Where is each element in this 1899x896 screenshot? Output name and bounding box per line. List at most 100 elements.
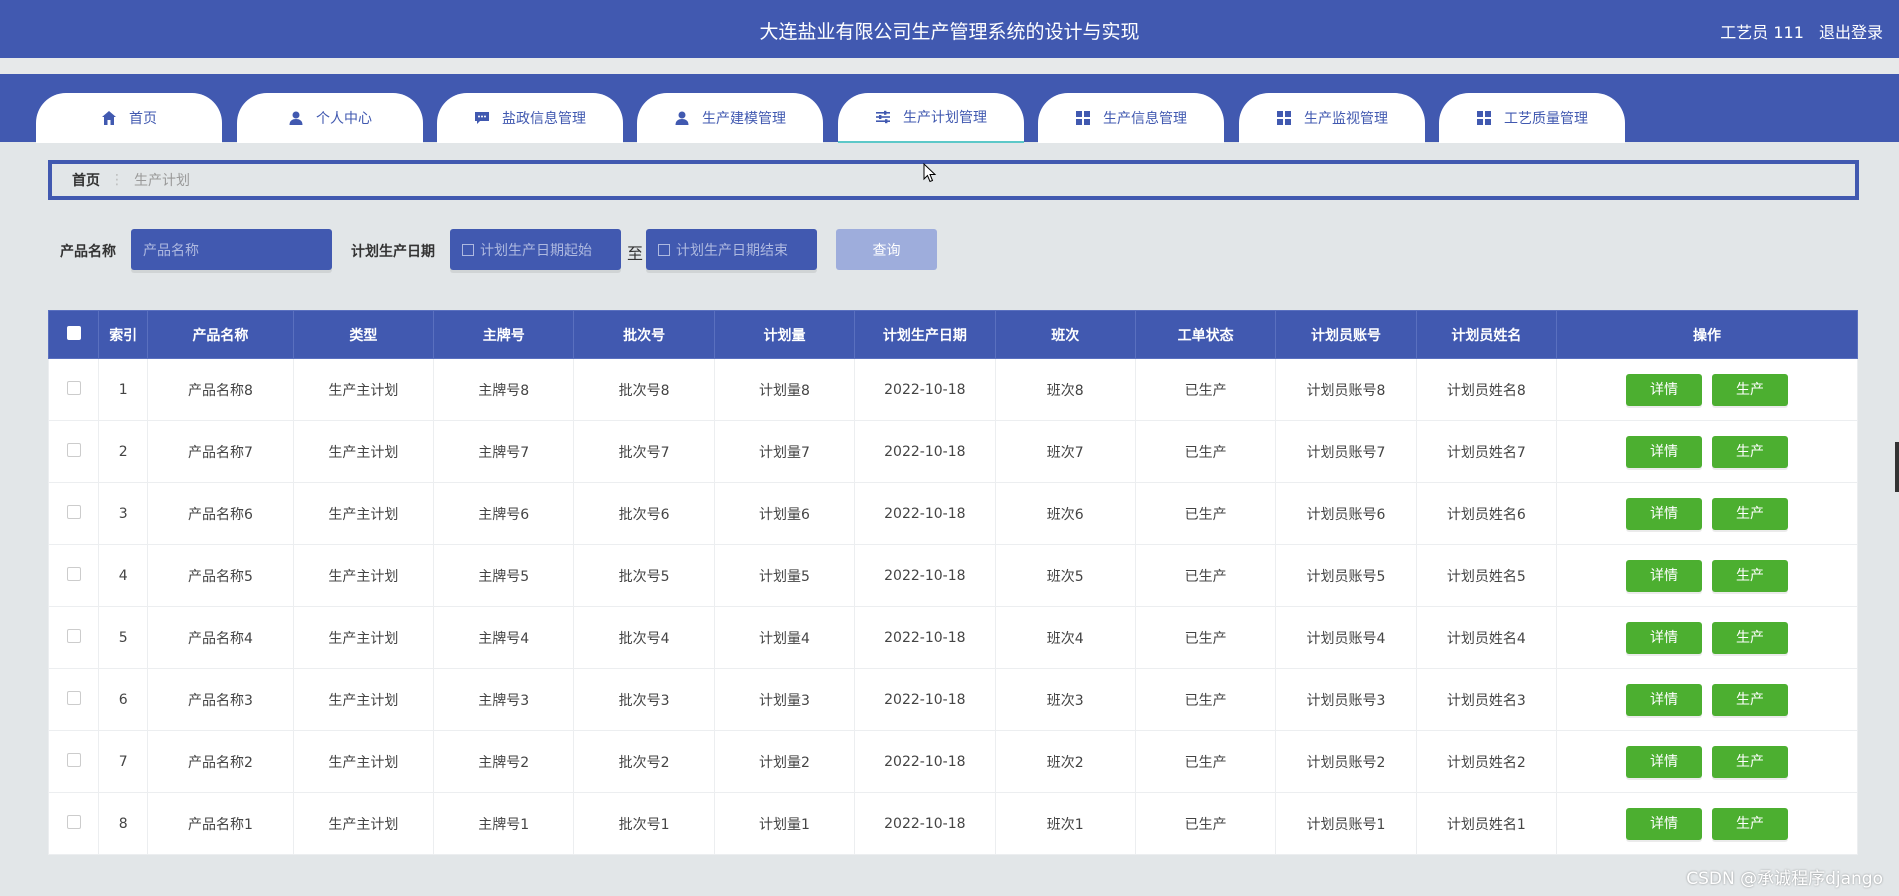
- detail-button[interactable]: 详情: [1626, 559, 1702, 592]
- produce-button[interactable]: 生产: [1712, 807, 1788, 840]
- table-row: 7 产品名称2 生产主计划 主牌号2 批次号2 计划量2 2022-10-18 班次2 已生产计…: [47, 730, 1858, 793]
- actions-cell: 详情 生产: [1556, 358, 1858, 421]
- table-cell: 3: [98, 482, 149, 545]
- table-cell: 5: [98, 606, 149, 669]
- column-header: 班次: [994, 310, 1136, 359]
- breadcrumb-separator: ⋮: [110, 172, 124, 188]
- scrollbar-thumb[interactable]: [1895, 442, 1899, 492]
- table-cell: 主牌号4: [433, 606, 575, 669]
- produce-button[interactable]: 生产: [1712, 435, 1788, 468]
- produce-button[interactable]: 生产: [1712, 559, 1788, 592]
- row-checkbox[interactable]: [66, 566, 81, 581]
- detail-button[interactable]: 详情: [1626, 745, 1702, 778]
- detail-button[interactable]: 详情: [1626, 807, 1702, 840]
- column-header: 批次号: [573, 310, 715, 359]
- product-name-input[interactable]: 产品名称: [131, 229, 332, 270]
- table-cell: 计划量3: [713, 668, 856, 731]
- table-row: 4 产品名称5 生产主计划 主牌号5 批次号5 计划量5 2022-10-18 班次5 已生产计…: [47, 544, 1858, 607]
- table-cell: 2022-10-18: [854, 668, 996, 731]
- table-cell: 2022-10-18: [854, 420, 996, 483]
- tab-personal-center[interactable]: 个人中心: [237, 93, 423, 143]
- watermark: CSDN @承诚程序django: [1686, 869, 1883, 889]
- mouse-cursor-icon: [923, 163, 937, 183]
- tab-home[interactable]: 首页: [36, 93, 222, 143]
- table-cell: 计划量7: [713, 420, 856, 483]
- tab-production-info[interactable]: 生产信息管理: [1038, 93, 1224, 143]
- table-cell: 2022-10-18: [854, 792, 996, 855]
- row-checkbox[interactable]: [66, 380, 81, 395]
- detail-button[interactable]: 详情: [1626, 683, 1702, 716]
- table-cell: 生产主计划: [292, 544, 435, 607]
- detail-button[interactable]: 详情: [1626, 621, 1702, 654]
- breadcrumb-home[interactable]: 首页: [72, 170, 100, 190]
- date-end-input[interactable]: 计划生产日期结束: [646, 229, 817, 270]
- table-cell: 计划员账号1: [1275, 792, 1417, 855]
- breadcrumb-current: 生产计划: [134, 173, 190, 189]
- table-cell: 产品名称1: [147, 792, 294, 855]
- table-cell: 计划员姓名1: [1415, 792, 1558, 855]
- row-select-cell: [47, 606, 100, 669]
- tab-label: 首页: [129, 111, 157, 127]
- table-cell: 计划量4: [713, 606, 856, 669]
- produce-button[interactable]: 生产: [1712, 373, 1788, 406]
- row-select-cell: [47, 358, 100, 421]
- table-cell: 产品名称8: [147, 358, 294, 421]
- produce-button[interactable]: 生产: [1712, 621, 1788, 654]
- row-checkbox[interactable]: [66, 814, 81, 829]
- detail-button[interactable]: 详情: [1626, 373, 1702, 406]
- produce-button[interactable]: 生产: [1712, 497, 1788, 530]
- table-cell: 产品名称7: [147, 420, 294, 483]
- row-checkbox[interactable]: [66, 504, 81, 519]
- table-cell: 已生产: [1134, 730, 1277, 793]
- date-end-placeholder: 计划生产日期结束: [676, 242, 788, 259]
- table-cell: 班次7: [994, 420, 1136, 483]
- tab-production-monitor[interactable]: 生产监视管理: [1239, 93, 1425, 143]
- query-button[interactable]: 查询: [836, 229, 937, 270]
- row-checkbox[interactable]: [66, 752, 81, 767]
- row-checkbox[interactable]: [66, 628, 81, 643]
- table-cell: 主牌号1: [433, 792, 575, 855]
- tab-label: 生产计划管理: [903, 110, 987, 126]
- table-cell: 主牌号5: [433, 544, 575, 607]
- table-cell: 计划员姓名8: [1415, 358, 1558, 421]
- produce-button[interactable]: 生产: [1712, 745, 1788, 778]
- table-cell: 2022-10-18: [854, 544, 996, 607]
- table-header-row: 索引 产品名称 类型 主牌号 批次号 计划量 计划生产日期 班次 工单状态 计划…: [47, 310, 1858, 359]
- table-cell: 计划员姓名3: [1415, 668, 1558, 731]
- table-cell: 已生产: [1134, 358, 1277, 421]
- produce-button[interactable]: 生产: [1712, 683, 1788, 716]
- tab-label: 生产信息管理: [1103, 111, 1187, 127]
- table-cell: 1: [98, 358, 149, 421]
- table-cell: 生产主计划: [292, 420, 435, 483]
- table-cell: 班次3: [994, 668, 1136, 731]
- table-cell: 已生产: [1134, 420, 1277, 483]
- actions-cell: 详情 生产: [1556, 482, 1858, 545]
- tab-label: 生产监视管理: [1304, 111, 1388, 127]
- table-cell: 生产主计划: [292, 792, 435, 855]
- row-checkbox[interactable]: [66, 442, 81, 457]
- select-all-checkbox[interactable]: [66, 325, 81, 340]
- tab-process-quality[interactable]: 工艺质量管理: [1439, 93, 1625, 143]
- tab-production-plan[interactable]: 生产计划管理: [838, 93, 1024, 143]
- date-start-input[interactable]: 计划生产日期起始: [450, 229, 621, 270]
- user-icon: [674, 110, 690, 126]
- table-cell: 产品名称6: [147, 482, 294, 545]
- column-header: 计划生产日期: [854, 310, 996, 359]
- detail-button[interactable]: 详情: [1626, 435, 1702, 468]
- table-cell: 班次4: [994, 606, 1136, 669]
- tab-salt-info[interactable]: 盐政信息管理: [437, 93, 623, 143]
- table-cell: 班次8: [994, 358, 1136, 421]
- table-cell: 生产主计划: [292, 358, 435, 421]
- detail-button[interactable]: 详情: [1626, 497, 1702, 530]
- table-cell: 计划员姓名7: [1415, 420, 1558, 483]
- table-cell: 批次号6: [573, 482, 715, 545]
- table-row: 3 产品名称6 生产主计划 主牌号6 批次号6 计划量6 2022-10-18 班次6 已生产计…: [47, 482, 1858, 545]
- tab-production-modeling[interactable]: 生产建模管理: [637, 93, 823, 143]
- table-cell: 主牌号2: [433, 730, 575, 793]
- row-select-cell: [47, 668, 100, 731]
- column-header: 工单状态: [1134, 310, 1277, 359]
- table-cell: 计划员姓名2: [1415, 730, 1558, 793]
- chat-icon: [474, 110, 490, 126]
- logout-link[interactable]: 退出登录: [1819, 23, 1883, 42]
- row-checkbox[interactable]: [66, 690, 81, 705]
